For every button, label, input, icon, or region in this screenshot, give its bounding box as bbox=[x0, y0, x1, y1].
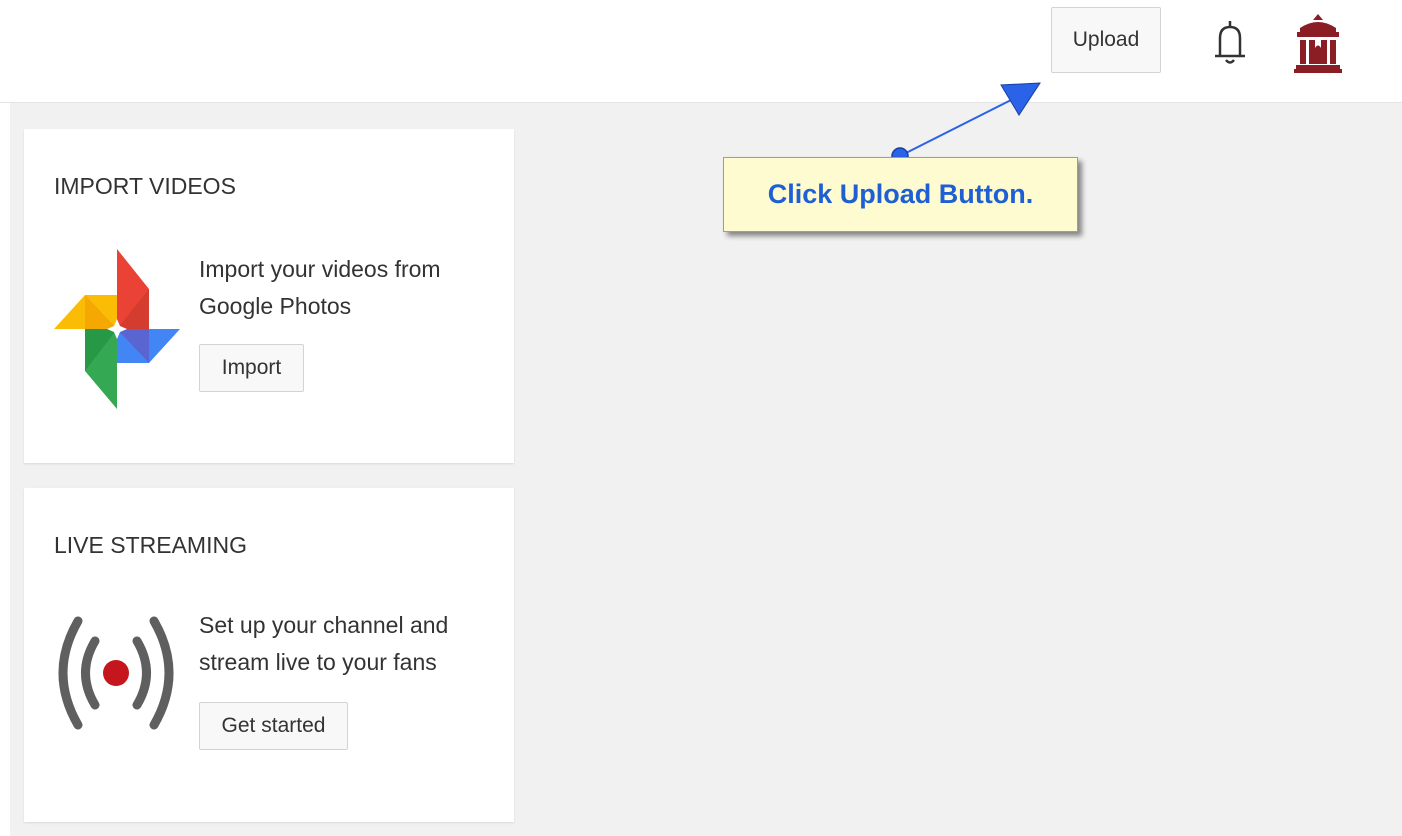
live-description-line2: stream live to your fans bbox=[199, 649, 437, 675]
import-description-line1: Import your videos from bbox=[199, 256, 441, 282]
upload-button[interactable]: Upload bbox=[1051, 7, 1161, 73]
import-description-line2: Google Photos bbox=[199, 293, 352, 319]
bell-icon[interactable] bbox=[1208, 18, 1252, 68]
google-photos-pinwheel-icon bbox=[54, 249, 180, 409]
live-streaming-title: LIVE STREAMING bbox=[54, 532, 247, 558]
import-videos-title: IMPORT VIDEOS bbox=[54, 173, 236, 199]
building-avatar-icon[interactable] bbox=[1291, 12, 1345, 74]
import-videos-card: IMPORT VIDEOS Import your videos from Go… bbox=[24, 129, 514, 463]
live-description-line1: Set up your channel and bbox=[199, 612, 449, 638]
live-streaming-description: Set up your channel and stream live to y… bbox=[199, 607, 499, 681]
instruction-callout: Click Upload Button. bbox=[723, 157, 1078, 232]
get-started-button[interactable]: Get started bbox=[199, 702, 348, 750]
import-button[interactable]: Import bbox=[199, 344, 304, 392]
live-streaming-card: LIVE STREAMING Set up your channel and s… bbox=[24, 488, 514, 822]
callout-text: Click Upload Button. bbox=[767, 179, 1034, 209]
live-broadcast-icon bbox=[58, 616, 174, 730]
import-videos-description: Import your videos from Google Photos bbox=[199, 251, 499, 325]
top-bar: Upload bbox=[0, 0, 1402, 103]
